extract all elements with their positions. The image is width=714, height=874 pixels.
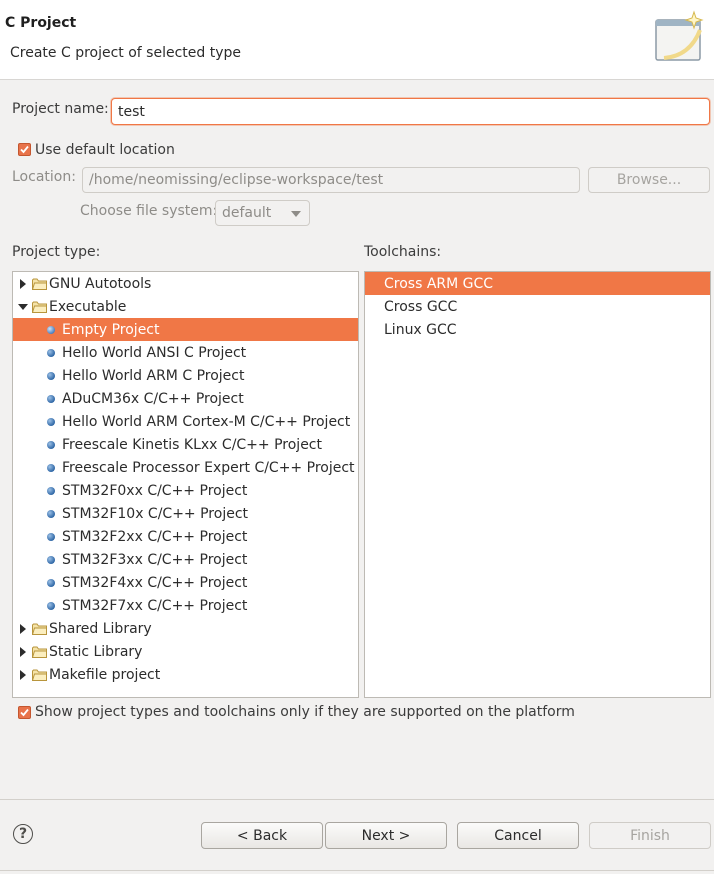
- location-value: /home/neomissing/eclipse-workspace/test: [89, 172, 384, 188]
- expand-right-icon[interactable]: [17, 278, 29, 290]
- project-name-label: Project name:: [12, 101, 109, 117]
- project-template-icon: [47, 348, 55, 357]
- cancel-button[interactable]: Cancel: [457, 822, 579, 849]
- tree-leaf-item[interactable]: STM32F0xx C/C++ Project: [13, 479, 358, 502]
- folder-icon: [31, 278, 47, 290]
- file-system-label: Choose file system:: [80, 203, 218, 219]
- tree-item-label: STM32F10x C/C++ Project: [62, 505, 249, 522]
- tree-leaf-item[interactable]: STM32F10x C/C++ Project: [13, 502, 358, 525]
- project-template-icon: [47, 578, 55, 587]
- tree-item-label: Hello World ARM Cortex-M C/C++ Project: [62, 413, 351, 430]
- show-supported-checkbox[interactable]: [18, 706, 31, 719]
- folder-icon: [31, 301, 47, 313]
- project-template-icon: [47, 371, 55, 380]
- next-button[interactable]: Next >: [325, 822, 447, 849]
- toolchains-list[interactable]: Cross ARM GCC Cross GCC Linux GCC: [364, 271, 711, 698]
- folder-icon: [31, 623, 47, 635]
- tree-leaf-item[interactable]: STM32F3xx C/C++ Project: [13, 548, 358, 571]
- wizard-title: C Project: [5, 15, 77, 31]
- help-icon[interactable]: ?: [13, 824, 33, 844]
- tree-leaf-item[interactable]: Empty Project: [13, 318, 358, 341]
- tree-folder-item[interactable]: Executable: [13, 295, 358, 318]
- project-template-icon: [47, 486, 55, 495]
- tree-item-label: GNU Autotools: [49, 275, 152, 292]
- tree-item-label: Hello World ARM C Project: [62, 367, 245, 384]
- project-template-icon: [47, 555, 55, 564]
- project-template-icon: [47, 417, 55, 426]
- finish-button[interactable]: Finish: [589, 822, 711, 849]
- wizard-banner-icon: [655, 10, 704, 61]
- tree-leaf-item[interactable]: ADuCM36x C/C++ Project: [13, 387, 358, 410]
- expand-right-icon[interactable]: [17, 669, 29, 681]
- checkmark-icon: [20, 145, 29, 154]
- tree-item-label: Hello World ANSI C Project: [62, 344, 247, 361]
- bottom-border: [0, 870, 714, 871]
- project-type-tree[interactable]: GNU Autotools Executable Empty Project Hell…: [12, 271, 359, 698]
- tree-item-label: STM32F4xx C/C++ Project: [62, 574, 248, 591]
- tree-item-label: STM32F0xx C/C++ Project: [62, 482, 248, 499]
- tree-leaf-item[interactable]: Hello World ANSI C Project: [13, 341, 358, 364]
- project-name-input[interactable]: test: [111, 98, 710, 125]
- project-template-icon: [47, 463, 55, 472]
- tree-leaf-item[interactable]: STM32F2xx C/C++ Project: [13, 525, 358, 548]
- toolchain-item[interactable]: Cross ARM GCC: [365, 272, 710, 295]
- tree-folder-item[interactable]: GNU Autotools: [13, 272, 358, 295]
- project-template-icon: [47, 325, 55, 334]
- chevron-down-icon: [291, 211, 301, 217]
- checkmark-icon: [20, 708, 29, 717]
- toolchain-label: Cross ARM GCC: [384, 275, 494, 292]
- tree-item-label: Executable: [49, 298, 127, 315]
- show-supported-label: Show project types and toolchains only i…: [35, 704, 575, 720]
- use-default-location-label: Use default location: [35, 142, 175, 158]
- folder-icon: [31, 669, 47, 681]
- tree-item-label: Empty Project: [62, 321, 160, 338]
- toolchain-item[interactable]: Linux GCC: [365, 318, 710, 341]
- browse-button[interactable]: Browse...: [588, 167, 710, 193]
- tree-leaf-item[interactable]: STM32F4xx C/C++ Project: [13, 571, 358, 594]
- expand-right-icon[interactable]: [17, 623, 29, 635]
- tree-item-label: Freescale Processor Expert C/C++ Project: [62, 459, 355, 476]
- tree-leaf-item[interactable]: Freescale Kinetis KLxx C/C++ Project: [13, 433, 358, 456]
- tree-leaf-item[interactable]: Hello World ARM C Project: [13, 364, 358, 387]
- tree-item-label: STM32F3xx C/C++ Project: [62, 551, 248, 568]
- tree-leaf-item[interactable]: Freescale Processor Expert C/C++ Project: [13, 456, 358, 479]
- tree-item-label: STM32F7xx C/C++ Project: [62, 597, 248, 614]
- tree-item-label: Makefile project: [49, 666, 161, 683]
- tree-item-label: Static Library: [49, 643, 143, 660]
- tree-folder-item[interactable]: Makefile project: [13, 663, 358, 686]
- project-template-icon: [47, 532, 55, 541]
- project-template-icon: [47, 440, 55, 449]
- project-template-icon: [47, 509, 55, 518]
- location-input[interactable]: /home/neomissing/eclipse-workspace/test: [82, 167, 580, 193]
- file-system-value: default: [222, 205, 272, 221]
- tree-leaf-item[interactable]: Hello World ARM Cortex-M C/C++ Project: [13, 410, 358, 433]
- wizard-header: C Project Create C project of selected t…: [0, 0, 714, 80]
- file-system-select[interactable]: default: [215, 200, 310, 226]
- use-default-location-checkbox[interactable]: [18, 143, 31, 156]
- toolchain-label: Linux GCC: [384, 321, 457, 338]
- tree-folder-item[interactable]: Shared Library: [13, 617, 358, 640]
- folder-icon: [31, 646, 47, 658]
- project-template-icon: [47, 394, 55, 403]
- wizard-subtitle: Create C project of selected type: [10, 45, 241, 61]
- toolchains-label: Toolchains:: [364, 244, 442, 260]
- location-label: Location:: [12, 169, 76, 185]
- tree-leaf-item[interactable]: STM32F7xx C/C++ Project: [13, 594, 358, 617]
- tree-folder-item[interactable]: Static Library: [13, 640, 358, 663]
- toolchain-item[interactable]: Cross GCC: [365, 295, 710, 318]
- project-type-label: Project type:: [12, 244, 101, 260]
- tree-item-label: Freescale Kinetis KLxx C/C++ Project: [62, 436, 322, 453]
- footer-separator: [0, 799, 714, 800]
- expand-right-icon[interactable]: [17, 646, 29, 658]
- back-button[interactable]: < Back: [201, 822, 323, 849]
- toolchain-label: Cross GCC: [384, 298, 458, 315]
- tree-item-label: ADuCM36x C/C++ Project: [62, 390, 244, 407]
- expand-down-icon[interactable]: [17, 301, 29, 313]
- tree-item-label: STM32F2xx C/C++ Project: [62, 528, 248, 545]
- tree-item-label: Shared Library: [49, 620, 152, 637]
- project-template-icon: [47, 601, 55, 610]
- project-name-value: test: [118, 103, 145, 120]
